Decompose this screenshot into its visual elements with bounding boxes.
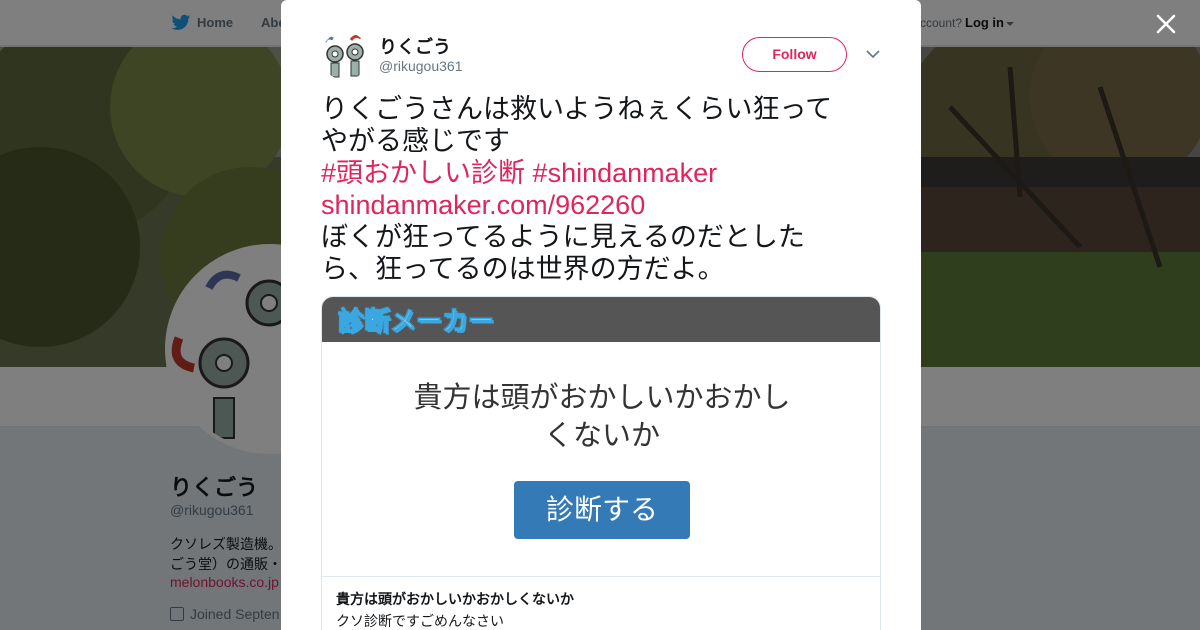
card-question-line: くないか: [543, 420, 660, 452]
hashtag-link[interactable]: #shindanmaker: [533, 158, 718, 188]
tweet-text-line: りくごうさんは救いようねぇくらい狂って: [321, 94, 833, 124]
tweet-author-name[interactable]: りくごう: [379, 33, 451, 59]
card-header: 診断メーカー: [322, 297, 880, 342]
card-question-line: 貴方は頭がおかしいかおかし: [413, 382, 791, 414]
shindanmaker-logo: 診断メーカー: [337, 306, 495, 337]
card-diagnose-button[interactable]: 診断する: [514, 481, 690, 539]
link-preview-card[interactable]: 診断メーカー 貴方は頭がおかしいかおかし くないか 診断する 貴方は頭がおかしい…: [321, 296, 881, 630]
tweet-text-line: やがる感じです: [321, 126, 510, 156]
card-footer: 貴方は頭がおかしいかおかしくないか クソ診断ですごめんなさい: [322, 576, 880, 630]
card-question: 貴方は頭がおかしいかおかし くないか: [322, 379, 880, 455]
tweet-text-line: ぼくが狂ってるように見えるのだとした: [321, 222, 805, 252]
tweet-author-avatar[interactable]: [321, 32, 369, 80]
tweet-text: りくごうさんは救いようねぇくらい狂って やがる感じです #頭おかしい診断 #sh…: [321, 93, 881, 285]
tweet-author-handle[interactable]: @rikugou361: [379, 58, 463, 74]
close-icon[interactable]: [1154, 12, 1178, 36]
hashtag-link[interactable]: #頭おかしい診断: [321, 158, 525, 188]
tweet-url-link[interactable]: shindanmaker.com/962260: [321, 190, 645, 220]
tweet-modal: りくごう @rikugou361 Follow りくごうさんは救いようねぇくらい…: [281, 0, 921, 630]
follow-button[interactable]: Follow: [742, 37, 847, 72]
tweet-text-line: ら、狂ってるのは世界の方だよ。: [321, 254, 725, 284]
chevron-down-icon[interactable]: [865, 48, 881, 60]
card-title[interactable]: 貴方は頭がおかしいかおかしくないか: [336, 589, 574, 609]
card-description: クソ診断ですごめんなさい: [336, 613, 504, 629]
